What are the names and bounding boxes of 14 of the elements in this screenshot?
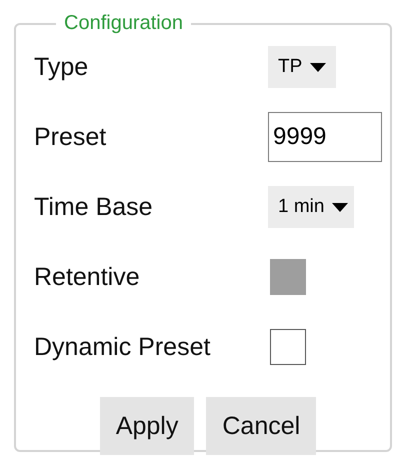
caret-icon — [310, 62, 326, 72]
field-label: Type — [34, 52, 90, 82]
group-title: Configuration — [63, 12, 184, 35]
dialog-button[interactable]: Cancel — [206, 397, 316, 455]
input-field[interactable]: 9999 — [268, 112, 382, 162]
dropdown[interactable]: 1 min — [268, 186, 354, 228]
dropdown[interactable]: TP — [268, 46, 336, 88]
field-label: Dynamic Preset — [34, 332, 212, 362]
dialog-button[interactable]: Apply — [100, 397, 194, 455]
caret-icon — [332, 202, 348, 212]
field-label: Retentive — [34, 262, 141, 292]
checkbox[interactable] — [270, 329, 306, 365]
field-label: Time Base — [34, 192, 154, 222]
field-label: Preset — [34, 122, 108, 152]
